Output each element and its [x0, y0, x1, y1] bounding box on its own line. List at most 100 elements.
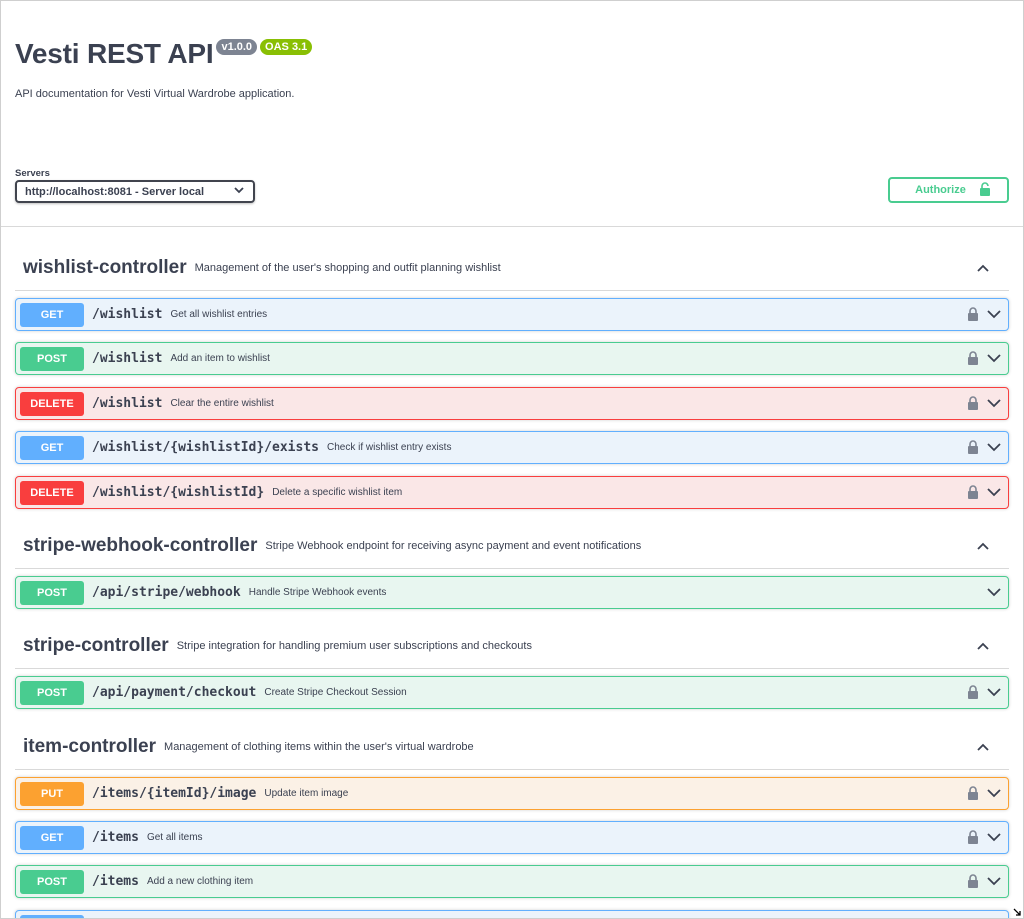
operation-summary: Delete a specific wishlist item — [272, 487, 403, 498]
operation-summary: Handle Stripe Webhook events — [248, 587, 387, 598]
lock-icon[interactable] — [966, 485, 980, 499]
tag-description: Management of the user's shopping and ou… — [194, 261, 501, 274]
tag-description: Stripe integration for handling premium … — [176, 639, 532, 652]
servers-label: Servers — [15, 168, 50, 179]
operation-summary: Update item image — [264, 788, 349, 799]
operation-summary: Get all items — [146, 832, 203, 843]
method-badge: POST — [20, 869, 84, 894]
operation-get-row[interactable]: GET/wishlist Get all wishlist entries — [15, 298, 1009, 331]
operation-post-row[interactable]: POST/api/stripe/webhook Handle Stripe Web… — [15, 576, 1009, 609]
operation-path: /wishlist — [92, 307, 163, 322]
tag-name: item-controller — [23, 735, 157, 757]
method-badge: GET — [20, 435, 84, 460]
chevron-up-icon[interactable] — [975, 538, 991, 554]
operation-controls — [966, 873, 1002, 889]
operation-path: /wishlist — [92, 351, 163, 366]
operation-summary: Check if wishlist entry exists — [326, 442, 452, 453]
servers-selected-value: http://localhost:8081 - Server local — [25, 185, 205, 198]
lock-icon[interactable] — [966, 396, 980, 410]
operation-path: /api/payment/checkout — [92, 685, 257, 700]
authorize-button[interactable]: Authorize — [888, 177, 1009, 203]
operation-summary: Clear the entire wishlist — [170, 398, 274, 409]
operation-path: /items — [92, 830, 139, 845]
tag-name: stripe-controller — [23, 634, 169, 656]
method-badge: GET — [20, 914, 84, 918]
chevron-down-icon[interactable] — [986, 584, 1002, 600]
chevron-down-icon[interactable] — [986, 484, 1002, 500]
operation-put-row[interactable]: PUT/items/{itemId}/image Update item imag… — [15, 777, 1009, 810]
operation-controls — [966, 829, 1002, 845]
method-badge: POST — [20, 580, 84, 605]
operation-path: /wishlist/{wishlistId} — [92, 485, 265, 500]
oas-badge: OAS 3.1 — [260, 39, 313, 55]
lock-icon[interactable] — [966, 307, 980, 321]
operation-controls — [966, 785, 1002, 801]
api-title: Vesti REST API — [15, 38, 214, 69]
operation-path: /items/{itemId}/image — [92, 786, 257, 801]
operation-post-row[interactable]: POST/api/payment/checkout Create Stripe C… — [15, 676, 1009, 709]
operation-summary: Add an item to wishlist — [170, 353, 270, 364]
operation-get-row[interactable]: GET — [15, 910, 1009, 918]
tag-description: Stripe Webhook endpoint for receiving as… — [265, 539, 642, 552]
tag-section-stripe-webhook-controller[interactable]: stripe-webhook-controller Stripe Webhook … — [15, 523, 1009, 569]
operation-delete-row[interactable]: DELETE/wishlist Clear the entire wishlist — [15, 387, 1009, 420]
operation-path: /wishlist — [92, 396, 163, 411]
tag-section-wishlist-controller[interactable]: wishlist-controller Management of the use… — [15, 245, 1009, 291]
operation-controls — [966, 306, 1002, 322]
authorize-label: Authorize — [915, 184, 966, 196]
operation-summary: Create Stripe Checkout Session — [264, 687, 407, 698]
operation-controls — [966, 350, 1002, 366]
resize-handle-icon[interactable] — [1012, 907, 1022, 917]
chevron-down-icon[interactable] — [986, 350, 1002, 366]
chevron-down-icon[interactable] — [986, 785, 1002, 801]
tag-name: stripe-webhook-controller — [23, 534, 258, 556]
chevron-up-icon[interactable] — [975, 260, 991, 276]
operation-controls — [966, 684, 1002, 700]
tag-section-item-controller[interactable]: item-controller Management of clothing it… — [15, 724, 1009, 770]
chevron-down-icon — [233, 184, 245, 199]
method-badge: DELETE — [20, 480, 84, 505]
operation-get-row[interactable]: GET/wishlist/{wishlistId}/exists Check if… — [15, 431, 1009, 464]
chevron-down-icon[interactable] — [986, 395, 1002, 411]
operation-summary: Add a new clothing item — [146, 876, 254, 887]
operation-controls — [966, 395, 1002, 411]
lock-icon[interactable] — [966, 786, 980, 800]
tag-section-stripe-controller[interactable]: stripe-controller Stripe integration for … — [15, 623, 1009, 669]
swagger-ui-page: Vesti REST API v1.0.0 OAS 3.1 API docume… — [0, 0, 1024, 919]
chevron-down-icon[interactable] — [986, 439, 1002, 455]
chevron-down-icon[interactable] — [986, 873, 1002, 889]
operation-get-row[interactable]: GET/items Get all items — [15, 821, 1009, 854]
method-badge: GET — [20, 825, 84, 850]
lock-icon[interactable] — [966, 685, 980, 699]
method-badge: POST — [20, 346, 84, 371]
operation-controls — [986, 584, 1002, 600]
operation-summary: Get all wishlist entries — [170, 309, 268, 320]
lock-icon[interactable] — [966, 440, 980, 454]
lock-open-icon — [978, 181, 992, 199]
chevron-down-icon[interactable] — [986, 829, 1002, 845]
operation-path: /api/stripe/webhook — [92, 585, 241, 600]
chevron-up-icon[interactable] — [975, 638, 991, 654]
servers-select[interactable]: http://localhost:8081 - Server local — [15, 180, 255, 203]
operation-controls — [966, 484, 1002, 500]
operation-post-row[interactable]: POST/items Add a new clothing item — [15, 865, 1009, 898]
operation-controls — [966, 439, 1002, 455]
method-badge: POST — [20, 680, 84, 705]
operation-post-row[interactable]: POST/wishlist Add an item to wishlist — [15, 342, 1009, 375]
method-badge: PUT — [20, 781, 84, 806]
operation-delete-row[interactable]: DELETE/wishlist/{wishlistId} Delete a spe… — [15, 476, 1009, 509]
operation-path: /items — [92, 874, 139, 889]
tag-description: Management of clothing items within the … — [164, 740, 474, 753]
api-info: Vesti REST API v1.0.0 OAS 3.1 — [15, 35, 1005, 73]
chevron-up-icon[interactable] — [975, 739, 991, 755]
lock-icon[interactable] — [966, 830, 980, 844]
operation-path: /wishlist/{wishlistId}/exists — [92, 440, 319, 455]
lock-icon[interactable] — [966, 351, 980, 365]
method-badge: DELETE — [20, 391, 84, 416]
version-badge: v1.0.0 — [216, 39, 258, 55]
chevron-down-icon[interactable] — [986, 684, 1002, 700]
chevron-down-icon[interactable] — [986, 306, 1002, 322]
header-divider — [1, 226, 1023, 227]
api-description: API documentation for Vesti Virtual Ward… — [15, 88, 295, 100]
lock-icon[interactable] — [966, 874, 980, 888]
